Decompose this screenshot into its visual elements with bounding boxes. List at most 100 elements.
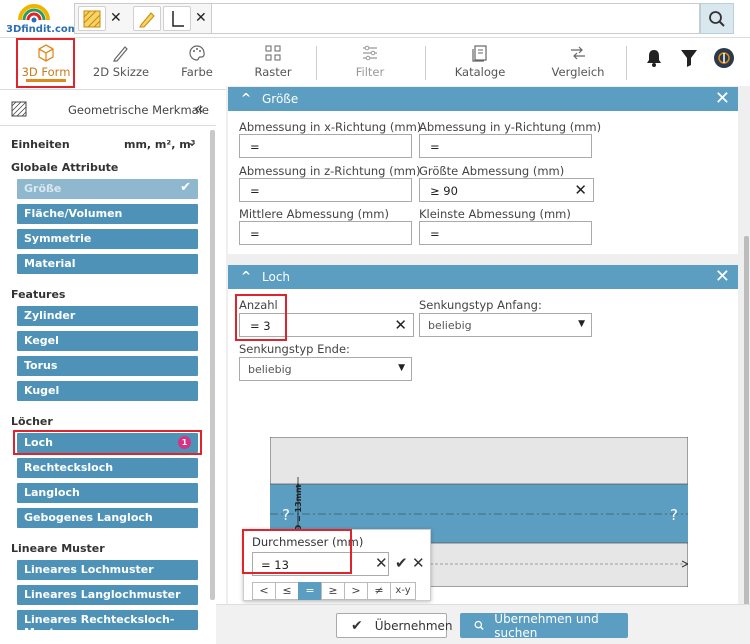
- apply-button[interactable]: ✔ Übernehmen: [336, 613, 453, 638]
- toolbar: 3D Form 2D Skizze Farbe Raster Filter Ka…: [0, 38, 750, 90]
- sidebar-item-zylinder[interactable]: Zylinder: [17, 306, 198, 326]
- sidebar-item-label: Rechtecksloch: [24, 461, 114, 474]
- smallest-dimension-field[interactable]: =: [419, 221, 592, 245]
- senkung-anfang-label: Senkungstyp Anfang:: [419, 298, 542, 312]
- sidebar-item-flaeche-volumen[interactable]: Fläche/Volumen: [17, 204, 198, 224]
- pencil-icon: [113, 46, 128, 62]
- tab-close-icon[interactable]: ✕: [195, 10, 207, 26]
- tool-kataloge[interactable]: Kataloge: [452, 40, 508, 88]
- operator-not-equal[interactable]: ≠: [367, 582, 391, 600]
- clear-icon[interactable]: ✕: [375, 554, 388, 572]
- dropdown-arrow-icon: ▼: [578, 319, 585, 329]
- field-value: =: [250, 227, 260, 241]
- tab-sketch[interactable]: [133, 6, 161, 31]
- sidebar-item-rechtecksloch[interactable]: Rechtecksloch: [17, 458, 198, 478]
- operator-greater-equal[interactable]: ≥: [321, 582, 345, 600]
- operator-range[interactable]: x-y: [390, 582, 416, 600]
- diameter-input[interactable]: = 13: [252, 552, 389, 576]
- medium-dimension-field[interactable]: =: [239, 221, 412, 245]
- collapse-icon[interactable]: «: [194, 99, 204, 118]
- compare-icon: [571, 46, 585, 60]
- sidebar-item-langloch[interactable]: Langloch: [17, 483, 198, 503]
- field-label: Kleinste Abmessung (mm): [419, 207, 571, 221]
- sidebar-item-gebogenes-langloch[interactable]: Gebogenes Langloch: [17, 508, 198, 528]
- toolbar-divider: [316, 46, 317, 80]
- panel-header-loch[interactable]: ^ Loch ✕: [228, 265, 738, 289]
- chevron-down-icon[interactable]: ⌄: [187, 135, 197, 149]
- field-label: Abmessung in x-Richtung (mm): [239, 120, 422, 134]
- sidebar-item-label: Material: [24, 257, 76, 270]
- sidebar-item-torus[interactable]: Torus: [17, 356, 198, 376]
- clear-icon[interactable]: ✕: [394, 316, 407, 334]
- sidebar-item-kugel[interactable]: Kugel: [17, 381, 198, 401]
- search-button[interactable]: [700, 3, 734, 34]
- logo-icon: [18, 4, 50, 23]
- tab-close-icon[interactable]: ✕: [110, 10, 122, 26]
- collapse-caret-icon[interactable]: ^: [241, 91, 251, 105]
- operator-less[interactable]: <: [252, 582, 276, 600]
- sidebar-item-lineares-lochmuster[interactable]: Lineares Lochmuster: [17, 560, 198, 580]
- confirm-check-icon[interactable]: ✔: [395, 554, 408, 572]
- bell-icon[interactable]: [645, 48, 663, 68]
- top-bar: 3Dfindit.com ✕ ✕: [0, 0, 750, 38]
- field-value: =: [250, 140, 260, 154]
- active-underline: [26, 79, 66, 82]
- field-label: Größte Abmessung (mm): [419, 164, 565, 178]
- tool-label: 2D Skizze: [92, 65, 150, 79]
- sidebar-item-lineares-langlochmuster[interactable]: Lineares Langlochmuster: [17, 585, 198, 605]
- senkung-anfang-select[interactable]: beliebig ▼: [419, 313, 592, 337]
- close-icon[interactable]: ✕: [715, 266, 730, 287]
- operator-less-equal[interactable]: ≤: [275, 582, 299, 600]
- tool-label: Farbe: [181, 65, 213, 79]
- sidebar-item-kegel[interactable]: Kegel: [17, 331, 198, 351]
- sidebar-item-label: Zylinder: [24, 309, 76, 322]
- sidebar-item-loch[interactable]: Loch 1: [17, 433, 198, 453]
- apply-and-search-button[interactable]: Übernehmen und suchen: [460, 612, 628, 640]
- units-value[interactable]: mm, m², m³: [124, 138, 196, 151]
- senkung-ende-select[interactable]: beliebig ▼: [239, 357, 412, 381]
- tool-farbe[interactable]: Farbe: [174, 40, 220, 88]
- cancel-x-icon[interactable]: ✕: [412, 554, 425, 572]
- cube-icon: [38, 44, 54, 62]
- operator-greater[interactable]: >: [344, 582, 368, 600]
- tool-3d-form[interactable]: 3D Form: [18, 40, 74, 88]
- open-tabs: ✕ ✕: [74, 3, 212, 34]
- avatar[interactable]: [713, 47, 735, 69]
- field-value: = 3: [250, 319, 271, 333]
- funnel-icon[interactable]: [680, 48, 698, 68]
- tool-2d-skizze[interactable]: 2D Skizze: [92, 40, 150, 88]
- field-label: Mittlere Abmessung (mm): [239, 207, 389, 221]
- sidebar-item-groesse[interactable]: Größe ✔: [17, 179, 198, 199]
- tool-filter[interactable]: Filter: [348, 40, 392, 88]
- main-scrollbar[interactable]: [744, 236, 749, 616]
- tool-vergleich[interactable]: Vergleich: [549, 40, 607, 88]
- y-dimension-field[interactable]: =: [419, 134, 592, 158]
- operator-equal[interactable]: =: [298, 582, 322, 600]
- z-dimension-field[interactable]: =: [239, 178, 412, 202]
- sidebar-item-label: Langloch: [24, 486, 80, 499]
- sidebar-item-label: Lineares Langlochmuster: [24, 588, 181, 601]
- tool-raster[interactable]: Raster: [250, 40, 296, 88]
- sidebar-item-lineares-rechtecksloch-muster[interactable]: Lineares Rechtecksloch-Muster: [17, 610, 198, 639]
- tool-label: 3D Form: [21, 65, 71, 79]
- diameter-popup: Durchmesser (mm) = 13 ✕ ✔ ✕ < ≤ = ≥ > ≠ …: [243, 529, 431, 601]
- panel-title: Loch: [262, 270, 291, 284]
- sidebar-item-symmetrie[interactable]: Symmetrie: [17, 229, 198, 249]
- check-icon: ✔: [180, 180, 191, 195]
- panel-header-groesse[interactable]: ^ Größe ✕: [228, 87, 738, 111]
- close-icon[interactable]: ✕: [715, 88, 730, 109]
- tab-profile[interactable]: [163, 6, 191, 31]
- sidebar-item-label: Torus: [24, 359, 58, 372]
- diameter-label: Durchmesser (mm): [252, 535, 364, 549]
- x-dimension-field[interactable]: =: [239, 134, 412, 158]
- sidebar-scrollbar[interactable]: [210, 130, 215, 600]
- search-input[interactable]: [212, 3, 700, 34]
- sidebar-item-label: Lineares Lochmuster: [24, 563, 154, 576]
- anzahl-field[interactable]: = 3 ✕: [239, 313, 414, 337]
- clear-icon[interactable]: ✕: [574, 181, 587, 199]
- sidebar-item-material[interactable]: Material: [17, 254, 198, 274]
- largest-dimension-field[interactable]: ≥ 90 ✕: [419, 178, 594, 202]
- logo[interactable]: 3Dfindit.com: [6, 2, 78, 36]
- collapse-caret-icon[interactable]: ^: [241, 269, 251, 283]
- tab-3d-model[interactable]: [78, 6, 106, 31]
